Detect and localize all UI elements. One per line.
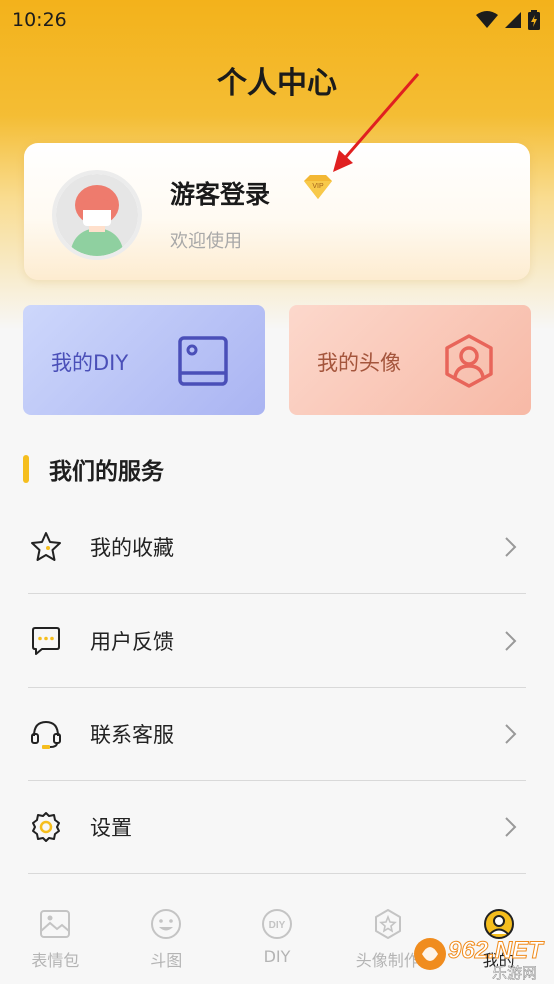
menu-item-favorites[interactable]: 我的收藏 (28, 500, 526, 593)
my-diy-card[interactable]: 我的DIY (23, 305, 265, 415)
tab-emoji-pack[interactable]: 表情包 (0, 893, 111, 984)
diy-icon: DIY (261, 909, 292, 939)
vip-badge-text: VIP (312, 183, 324, 190)
status-bar: 10:26 (0, 0, 554, 40)
chevron-right-icon (505, 536, 517, 557)
badge-star-icon (374, 909, 401, 939)
watermark-logo: 962.NET 乐游网 (414, 937, 546, 982)
menu-item-settings[interactable]: 设置 (28, 780, 526, 873)
status-icons (476, 10, 540, 30)
profile-card[interactable]: 游客登录 VIP 欢迎使用 (24, 143, 530, 280)
chevron-right-icon (505, 723, 517, 744)
feedback-icon (32, 626, 60, 655)
battery-icon (528, 10, 540, 30)
menu-item-feedback[interactable]: 用户反馈 (28, 594, 526, 687)
services-section-header: 我们的服务 (23, 452, 164, 486)
default-avatar-icon (56, 174, 138, 256)
image-icon (40, 910, 71, 938)
user-hexagon-icon (445, 334, 493, 388)
tab-meme-battle[interactable]: 斗图 (111, 893, 222, 984)
section-accent-bar (23, 455, 29, 483)
smiley-icon (151, 909, 182, 939)
menu-label-favorites: 我的收藏 (90, 535, 174, 560)
headset-icon (31, 720, 61, 749)
tab-diy[interactable]: DIY DIY (222, 893, 333, 984)
chevron-right-icon (505, 816, 517, 837)
tab-label-diy: DIY (263, 947, 291, 966)
page-title: 个人中心 (217, 66, 337, 101)
menu-label-settings: 设置 (90, 815, 132, 840)
status-time: 10:26 (12, 9, 67, 31)
watermark-text: 962.NET (448, 937, 545, 964)
diy-icon-text: DIY (269, 920, 286, 931)
my-diy-label: 我的DIY (51, 351, 129, 375)
login-name[interactable]: 游客登录 (170, 175, 270, 211)
services-title: 我们的服务 (49, 459, 164, 485)
vip-badge-icon: VIP (304, 175, 332, 199)
gear-icon (32, 811, 60, 842)
menu-item-contact-support[interactable]: 联系客服 (28, 687, 526, 780)
tab-label-meme-battle: 斗图 (150, 951, 183, 970)
my-avatar-card[interactable]: 我的头像 (289, 305, 531, 415)
tab-label-emoji-pack: 表情包 (31, 951, 80, 970)
wifi-icon (476, 11, 498, 28)
tab-label-avatar-maker: 头像制作 (355, 951, 420, 970)
menu-label-contact-support: 联系客服 (90, 722, 174, 747)
signal-icon (505, 12, 521, 28)
welcome-text: 欢迎使用 (170, 231, 242, 252)
image-frame-icon (178, 336, 228, 386)
menu-label-feedback: 用户反馈 (90, 629, 174, 654)
watermark-subtext: 乐游网 (492, 964, 537, 982)
my-avatar-label: 我的头像 (317, 351, 401, 375)
chevron-right-icon (505, 630, 517, 651)
avatar[interactable] (52, 170, 142, 260)
star-icon (31, 531, 61, 561)
divider (28, 873, 526, 874)
